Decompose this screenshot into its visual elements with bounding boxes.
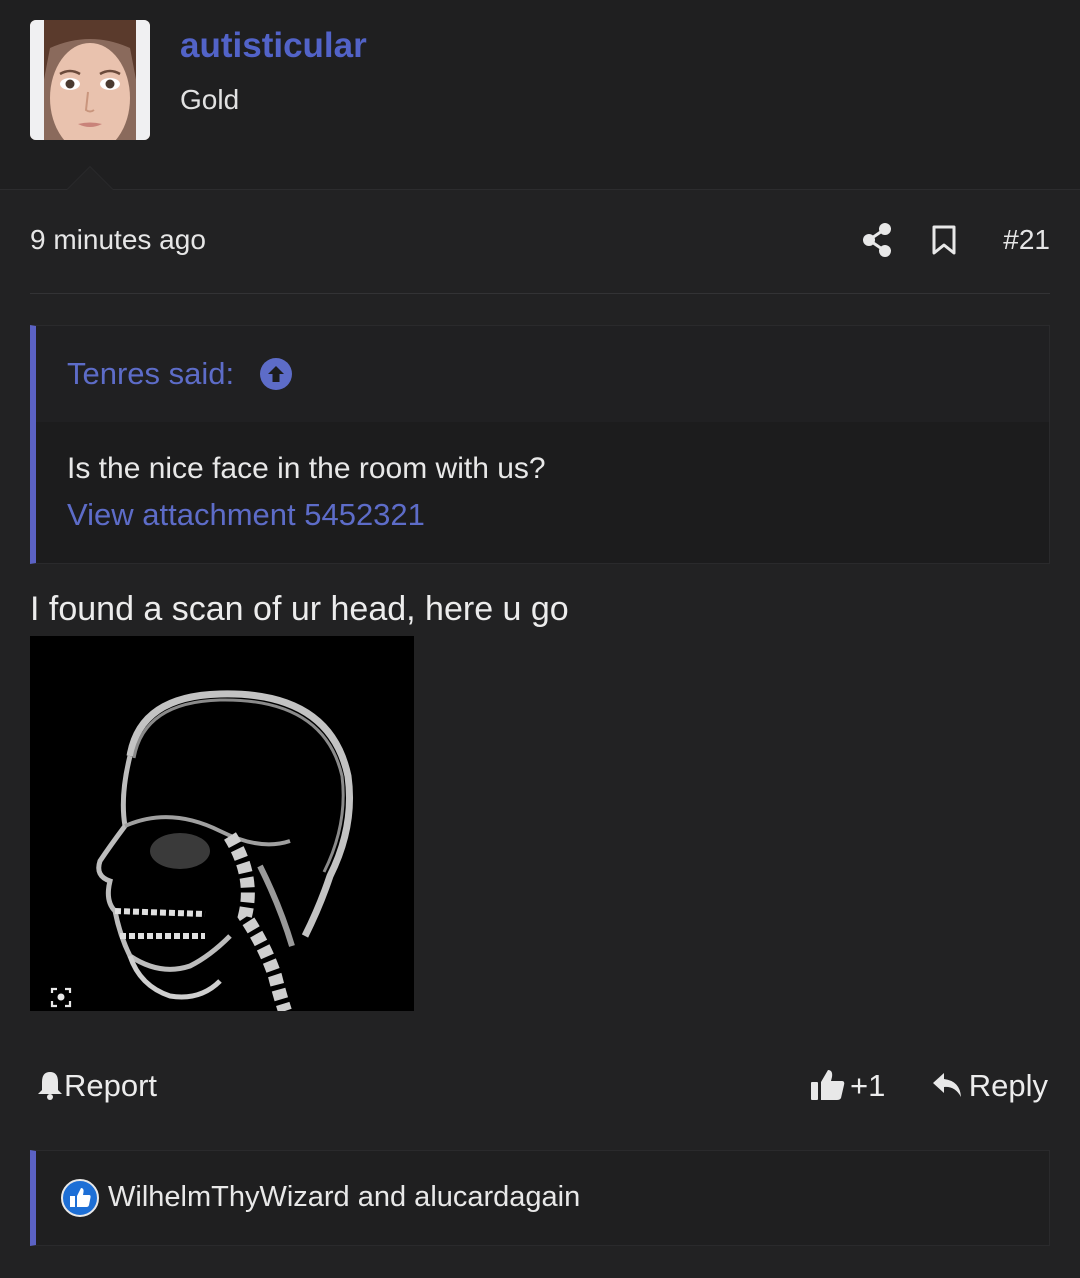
reply-button[interactable]: Reply [931, 1068, 1048, 1104]
bell-icon [36, 1070, 64, 1100]
user-title: Gold [180, 84, 240, 115]
xray-image[interactable] [30, 636, 414, 1011]
quote-block: Tenres said: Is the nice face in the roo… [30, 325, 1050, 564]
post-actions: Report +1 Reply [30, 1062, 1050, 1112]
quote-attachment-link[interactable]: View attachment 5452321 [67, 497, 425, 533]
post-timestamp[interactable]: 9 minutes ago [30, 224, 206, 256]
like-count: +1 [850, 1068, 886, 1103]
reply-arrow-icon [931, 1071, 963, 1099]
avatar[interactable] [30, 20, 150, 140]
reaction-users[interactable]: WilhelmThyWizard and alucardagain [108, 1181, 580, 1214]
report-button[interactable]: Report [36, 1068, 157, 1104]
bookmark-icon[interactable] [930, 224, 958, 256]
user-header: autisticular Gold [0, 0, 1080, 190]
post-meta: 9 minutes ago #21 [30, 218, 1050, 264]
lens-icon[interactable] [50, 986, 72, 1008]
quote-header: Tenres said: [36, 326, 1049, 422]
post-body: I found a scan of ur head, here u go [30, 590, 569, 628]
arrow-up-circle-icon[interactable] [260, 358, 292, 390]
arrow-notch [66, 166, 114, 190]
quote-author[interactable]: Tenres said: [67, 356, 234, 392]
reaction-bar: WilhelmThyWizard and alucardagain [30, 1150, 1050, 1246]
divider [30, 293, 1050, 294]
reply-label: Reply [968, 1068, 1048, 1103]
like-badge-icon [61, 1179, 99, 1217]
report-label: Report [64, 1068, 158, 1103]
like-button[interactable]: +1 [810, 1068, 885, 1104]
share-icon[interactable] [862, 222, 892, 258]
post-number[interactable]: #21 [1003, 224, 1050, 256]
username[interactable]: autisticular [180, 26, 367, 66]
quote-text: Is the nice face in the room with us? [67, 452, 546, 485]
thumbs-up-icon [810, 1068, 846, 1102]
